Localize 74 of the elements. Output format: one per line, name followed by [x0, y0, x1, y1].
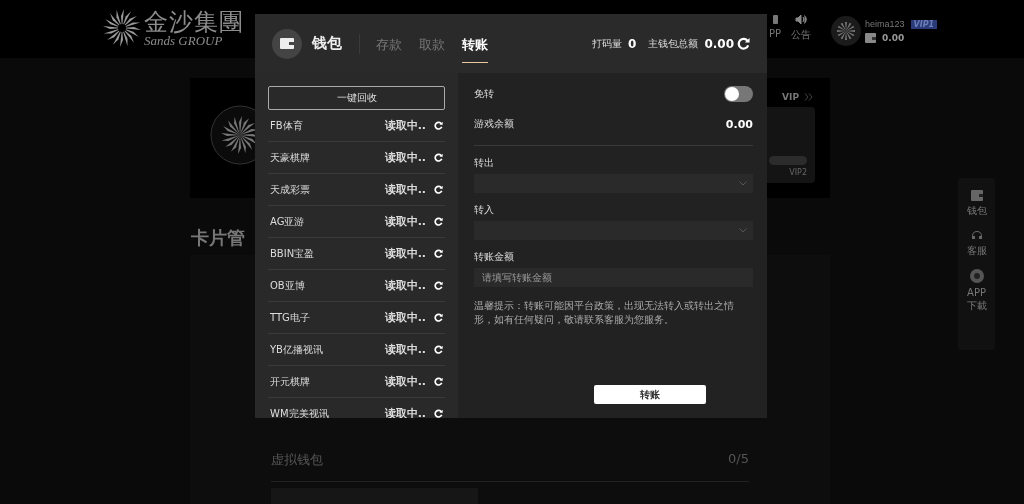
logo-subtitle: Sands GROUP [144, 33, 223, 47]
refresh-icon[interactable] [434, 313, 443, 322]
game-name: OB亚博 [270, 278, 306, 293]
game-balance-status: 读取中.. [384, 406, 426, 418]
bet-value: 0 [628, 36, 637, 51]
game-balance-status: 读取中.. [384, 246, 426, 261]
refresh-icon[interactable] [434, 409, 443, 418]
side-menu-label[interactable]: APP 下載 [964, 286, 989, 312]
logo-title: 金沙集團 [144, 9, 244, 34]
game-name: 开元棋牌 [270, 374, 311, 389]
transfer-from-label: 转出 [474, 156, 495, 170]
phone-icon[interactable] [772, 14, 778, 25]
tab[interactable]: 存款 [376, 28, 402, 63]
tab[interactable]: 取款 [419, 28, 445, 63]
balance: 0.00 [882, 33, 905, 43]
wallet-icon [865, 33, 876, 43]
refresh-icon[interactable] [434, 377, 443, 386]
refresh-icon[interactable] [434, 217, 443, 226]
speaker-icon[interactable] [795, 14, 808, 25]
amount-input[interactable]: 请填写转账金额 [474, 268, 753, 287]
wallet-icon [272, 28, 302, 59]
virtual-wallet-title: 虚拟钱包 [271, 451, 323, 469]
game-name: AG亚游 [270, 214, 306, 229]
game-name: WM完美视讯 [270, 406, 330, 418]
wallet-count: 0/5 [728, 451, 749, 468]
total-value: 0.00 [704, 36, 734, 51]
transfer-to-label: 转入 [474, 203, 495, 217]
game-name: FB体育 [270, 118, 304, 133]
game-balance-status: 读取中.. [384, 150, 426, 165]
level-label: VIP2 [789, 168, 807, 177]
tab[interactable]: 转账 [462, 28, 488, 63]
refresh-icon[interactable] [434, 121, 443, 130]
game-name: YB亿播视讯 [270, 342, 324, 357]
app-icon[interactable] [969, 269, 984, 283]
vip-link[interactable]: VIP [782, 92, 799, 102]
game-name: BBIN宝盈 [270, 246, 316, 261]
game-balance-status: 读取中.. [384, 118, 426, 133]
refresh-icon[interactable] [434, 185, 443, 194]
game-balance-value: 0.00 [725, 117, 753, 131]
refresh-icon[interactable] [737, 37, 750, 50]
nav-link[interactable]: PP [769, 28, 782, 39]
transfer-button[interactable]: 转账 [593, 385, 706, 404]
section-title: 卡片管 [191, 226, 245, 250]
notice-text: 温馨提示：转账可能因平台政策，出现无法转入或转出之情形，如有任何疑问，敬请联系客服为您服务。 [474, 299, 735, 326]
refresh-icon[interactable] [434, 153, 443, 162]
dialog-title: 钱包 [312, 34, 342, 53]
game-name: 天豪棋牌 [270, 150, 311, 165]
headset-icon[interactable] [970, 229, 983, 241]
avatar-icon[interactable] [831, 16, 861, 46]
refresh-icon[interactable] [434, 281, 443, 290]
toggle-switch[interactable] [724, 86, 753, 102]
game-balance-label: 游戏余额 [474, 117, 514, 131]
nav-link[interactable]: 公告 [791, 28, 812, 42]
game-balance-status: 读取中.. [384, 278, 426, 293]
bet-label: 打码量 [592, 36, 623, 51]
game-balance-status: 读取中.. [384, 310, 426, 325]
side-menu-label[interactable]: 钱包 [964, 204, 989, 217]
refresh-icon[interactable] [434, 345, 443, 354]
game-balance-status: 读取中.. [384, 182, 426, 197]
game-balance-status: 读取中.. [384, 374, 426, 389]
wallet-icon[interactable] [970, 190, 983, 201]
side-menu-label[interactable]: 客服 [964, 244, 989, 257]
total-label: 主钱包总额 [648, 36, 699, 51]
username: heima123 [865, 19, 905, 29]
game-name: TTG电子 [270, 310, 311, 325]
game-balance-status: 读取中.. [384, 214, 426, 229]
recall-all-button[interactable]: 一键回收 [268, 86, 445, 110]
game-balance-status: 读取中.. [384, 342, 426, 357]
game-name: 天成彩票 [270, 182, 311, 197]
auto-transfer-label: 免转 [474, 87, 494, 101]
logo-icon [102, 8, 142, 48]
refresh-icon[interactable] [434, 249, 443, 258]
vip-badge: VIP1 [910, 19, 938, 29]
amount-label: 转账金额 [474, 250, 515, 264]
